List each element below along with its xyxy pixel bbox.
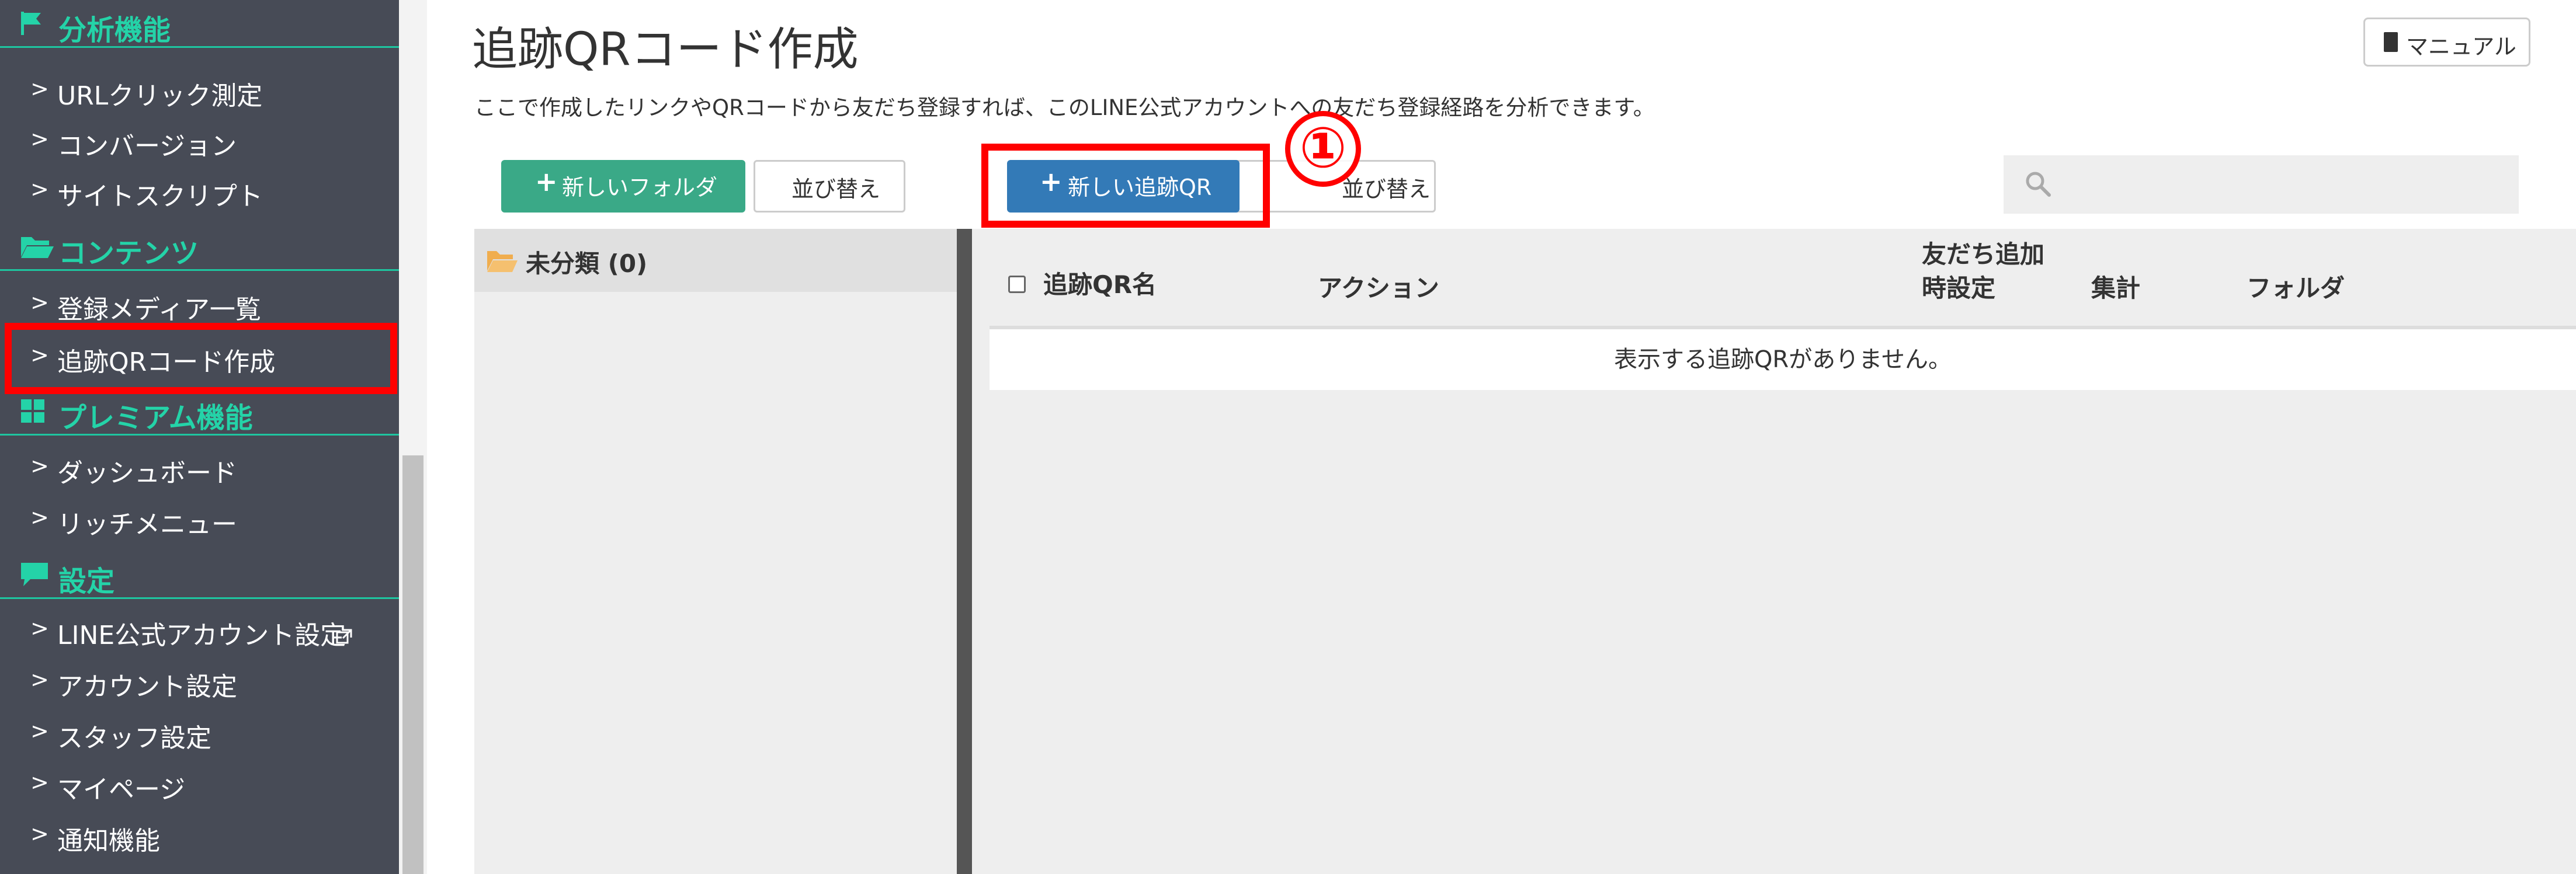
sidebar-item-rich-menu[interactable]: > リッチメニュー (0, 494, 399, 544)
chevron-right-icon: > (30, 821, 49, 847)
column-header-action: アクション (1318, 274, 1439, 302)
sidebar-item-label: URLクリック測定 (57, 81, 263, 111)
sidebar-item-dashboard[interactable]: > ダッシュボード (0, 443, 399, 493)
page-title: 追跡QRコード作成 (472, 23, 859, 76)
new-folder-button[interactable]: + 新しいフォルダ (501, 160, 745, 213)
folder-sort-button[interactable]: 並び替え (754, 160, 905, 213)
folder-panel: 未分類 (0) (474, 229, 957, 874)
chevron-right-icon: > (30, 769, 49, 795)
chevron-right-icon: > (30, 667, 49, 692)
table-header: 追跡QR名 アクション 友だち追加 時設定 集計 フォルダ (990, 229, 2576, 329)
new-folder-label: 新しいフォルダ (562, 175, 718, 200)
sidebar-item-notifications[interactable]: > 通知機能 (0, 810, 399, 861)
sidebar-item-label: スタッフ設定 (57, 723, 211, 753)
highlight-box-new-qr (981, 144, 1270, 228)
sidebar-section-contents: コンテンツ (0, 223, 399, 271)
search-box[interactable] (2004, 155, 2519, 214)
grid-icon (20, 398, 54, 424)
search-input[interactable] (2068, 163, 2502, 206)
chevron-right-icon: > (30, 718, 49, 744)
sidebar-item-label: 登録メディア一覧 (57, 295, 261, 325)
sidebar-scrollbar-thumb[interactable] (402, 455, 423, 874)
sidebar-item-label: リッチメニュー (57, 510, 237, 539)
sidebar-item-label: 通知機能 (57, 826, 160, 856)
sidebar-section-label: コンテンツ (58, 237, 199, 270)
page-description: ここで作成したリンクやQRコードから友だち登録すれば、このLINE公式アカウント… (474, 95, 1655, 120)
manual-button[interactable]: マニュアル (2363, 18, 2530, 67)
sidebar-item-line-account-settings[interactable]: > LINE公式アカウント設定 (0, 605, 399, 655)
column-header-setting-line1: 友だち追加 (1922, 240, 2045, 269)
folder-label: 未分類 (0) (526, 249, 648, 278)
sidebar-section-premium: プレミアム機能 (0, 388, 399, 436)
sidebar-section-settings: 設定 (0, 551, 399, 599)
empty-table-message: 表示する追跡QRがありません。 (990, 329, 2576, 390)
tracking-qr-table: 追跡QR名 アクション 友だち追加 時設定 集計 フォルダ 表示する追跡QRがあ… (972, 229, 2576, 874)
sidebar-item-label: アカウント設定 (57, 672, 237, 702)
plus-icon: + (535, 166, 558, 197)
comment-icon (20, 562, 54, 587)
sidebar-item-label: ダッシュボード (57, 458, 237, 488)
qr-sort-label: 並び替え (1342, 176, 1431, 202)
folder-item-uncategorized[interactable]: 未分類 (0) (474, 229, 957, 292)
chevron-right-icon: > (30, 290, 49, 315)
sidebar-item-label: マイページ (57, 775, 186, 805)
column-header-folder: フォルダ (2247, 274, 2345, 302)
external-link-icon (335, 622, 353, 652)
column-header-name: 追跡QR名 (1043, 270, 1157, 299)
sidebar: 分析機能 > URLクリック測定 > コンバージョン > サイトスクリプト コン… (0, 0, 399, 874)
folder-open-icon (20, 234, 54, 259)
chevron-right-icon: > (30, 126, 49, 152)
chevron-right-icon: > (30, 76, 49, 102)
chevron-right-icon: > (30, 453, 49, 479)
chevron-right-icon: > (30, 504, 49, 530)
folder-sort-label: 並び替え (791, 176, 881, 202)
sidebar-item-site-script[interactable]: > サイトスクリプト (0, 166, 399, 216)
sidebar-item-media-list[interactable]: > 登録メディア一覧 (0, 279, 399, 329)
sidebar-item-staff-settings[interactable]: > スタッフ設定 (0, 708, 399, 758)
step-marker: ① (1285, 111, 1361, 187)
sidebar-item-account-settings[interactable]: > アカウント設定 (0, 656, 399, 706)
sidebar-item-my-page[interactable]: > マイページ (0, 759, 399, 809)
column-header-aggregate: 集計 (2091, 274, 2141, 302)
sidebar-section-label: 分析機能 (58, 14, 171, 47)
sidebar-item-label: サイトスクリプト (57, 182, 263, 211)
chevron-right-icon: > (30, 615, 49, 641)
sidebar-item-label: LINE公式アカウント設定 (57, 621, 346, 650)
select-all-checkbox[interactable] (1008, 276, 1026, 293)
chevron-right-icon: > (30, 176, 49, 202)
sidebar-item-url-click[interactable]: > URLクリック測定 (0, 65, 399, 116)
panel-divider[interactable] (957, 229, 972, 874)
book-icon (2384, 32, 2398, 52)
folder-open-icon (486, 249, 519, 276)
manual-button-label: マニュアル (2406, 34, 2516, 60)
search-icon (2023, 169, 2053, 201)
flag-icon (20, 11, 54, 36)
column-header-setting-line2: 時設定 (1922, 274, 1996, 302)
sidebar-item-label: コンバージョン (57, 131, 237, 161)
highlight-box-sidebar (5, 323, 397, 394)
sidebar-section-analytics: 分析機能 (0, 0, 399, 48)
sidebar-section-label: プレミアム機能 (58, 402, 253, 434)
sidebar-section-label: 設定 (58, 565, 115, 598)
sidebar-item-conversion[interactable]: > コンバージョン (0, 116, 399, 166)
